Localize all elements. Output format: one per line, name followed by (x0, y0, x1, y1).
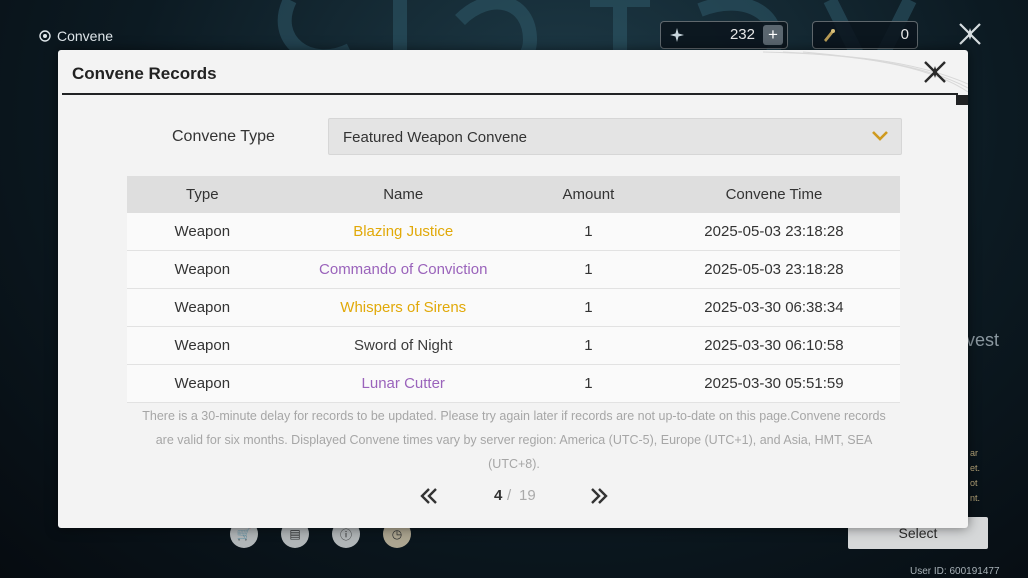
column-header-convene-time: Convene Time (647, 176, 900, 213)
row-type: Weapon (127, 250, 278, 289)
page-separator: / (507, 487, 512, 504)
header-divider-tab (956, 95, 968, 105)
previous-page-icon[interactable] (418, 486, 440, 506)
row-time: 2025-05-03 23:18:28 (647, 213, 900, 251)
row-type: Weapon (127, 288, 278, 327)
row-name: Lunar Cutter (277, 364, 529, 403)
row-name: Blazing Justice (277, 213, 529, 251)
row-amount: 1 (528, 326, 648, 365)
app-brand-label: Convene (57, 28, 114, 44)
column-header-amount: Amount (528, 176, 648, 213)
row-name: Sword of Night (277, 326, 529, 365)
astrite-amount: 232 (729, 26, 755, 43)
table-row: Weapon Sword of Night 1 2025-03-30 06:10… (127, 326, 900, 365)
current-page: 4 (494, 487, 503, 504)
row-time: 2025-05-03 23:18:28 (647, 250, 900, 289)
app-brand: Convene (38, 28, 113, 44)
row-type: Weapon (127, 213, 278, 251)
row-amount: 1 (528, 288, 648, 327)
column-header-type: Type (127, 176, 278, 213)
convene-type-label: Convene Type (172, 128, 275, 145)
next-page-icon[interactable] (588, 486, 610, 506)
side-line: ar (970, 448, 979, 458)
row-type: Weapon (127, 364, 278, 403)
row-time: 2025-03-30 05:51:59 (647, 364, 900, 403)
convene-type-value: Featured Weapon Convene (343, 129, 528, 146)
astrite-icon (670, 28, 684, 42)
side-line: ot (970, 478, 978, 488)
dialog-title: Convene Records (72, 64, 217, 83)
records-notice: There is a 30-minute delay for records t… (142, 409, 886, 471)
row-amount: 1 (528, 364, 648, 403)
row-amount: 1 (528, 213, 648, 251)
astrite-currency[interactable]: 232 + (660, 21, 788, 49)
dialog-header: Convene Records (58, 50, 968, 95)
row-amount: 1 (528, 250, 648, 289)
close-dialog-icon[interactable] (922, 59, 948, 85)
forging-tide-currency[interactable]: 0 (812, 21, 918, 49)
row-time: 2025-03-30 06:10:58 (647, 326, 900, 365)
table-row: Weapon Whispers of Sirens 1 2025-03-30 0… (127, 288, 900, 327)
side-line: et. (970, 463, 981, 473)
forging-tide-icon (824, 29, 835, 42)
convene-gear-icon (39, 30, 51, 42)
total-pages: 19 (519, 487, 536, 504)
pagination: 4 / 19 (418, 484, 618, 508)
convene-type-dropdown[interactable]: Featured Weapon Convene (328, 118, 902, 155)
background-side-lines: ar et. ot nt. (970, 446, 980, 506)
close-icon[interactable] (958, 22, 982, 46)
forging-tide-amount: 0 (900, 26, 909, 43)
table-row: Weapon Commando of Conviction 1 2025-05-… (127, 250, 900, 289)
records-table: Type Name Amount Convene Time Weapon Bla… (127, 176, 900, 403)
table-row: Weapon Lunar Cutter 1 2025-03-30 05:51:5… (127, 364, 900, 403)
row-name: Whispers of Sirens (277, 288, 529, 327)
add-astrite-button[interactable]: + (763, 25, 783, 45)
header-divider (62, 93, 958, 95)
chevron-down-icon (872, 131, 888, 141)
convene-records-dialog: Convene Records Convene Type Featured We… (58, 50, 968, 528)
table-header-row: Type Name Amount Convene Time (127, 176, 900, 213)
row-type: Weapon (127, 326, 278, 365)
table-row: Weapon Blazing Justice 1 2025-05-03 23:1… (127, 213, 900, 251)
background-side-text: vest (966, 330, 1000, 350)
row-name: Commando of Conviction (277, 250, 529, 289)
column-header-name: Name (277, 176, 529, 213)
side-line: nt. (970, 493, 981, 503)
row-time: 2025-03-30 06:38:34 (647, 288, 900, 327)
user-id: User ID: 600191477 (910, 566, 1000, 577)
